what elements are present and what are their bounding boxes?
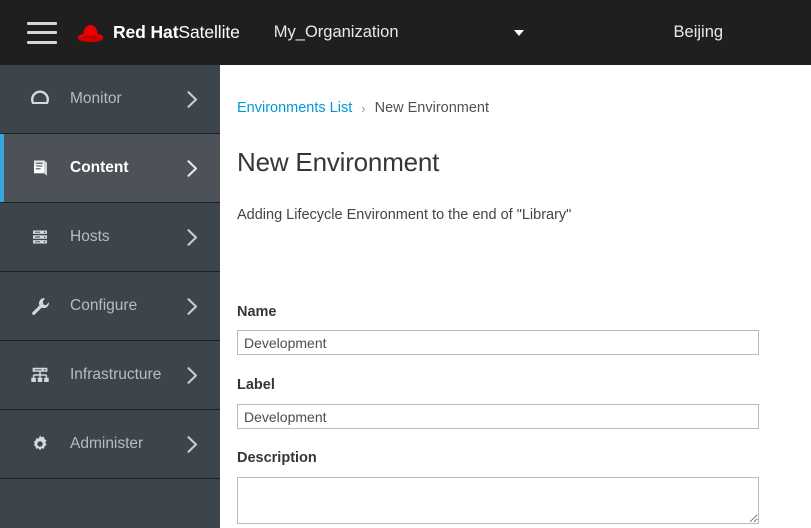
organization-selector[interactable]: My_Organization	[273, 0, 524, 65]
breadcrumb: Environments List › New Environment	[237, 100, 489, 116]
sidebar-empty-area	[0, 479, 220, 528]
organization-selector-label: My_Organization	[273, 23, 399, 41]
sidebar-item-monitor[interactable]: Monitor	[0, 65, 220, 134]
sidebar-item-label: Configure	[70, 297, 138, 314]
gear-icon	[26, 430, 54, 458]
chevron-right-icon	[186, 366, 198, 384]
hamburger-bar	[27, 21, 57, 25]
chevron-right-icon	[186, 297, 198, 315]
name-field-label: Name	[237, 304, 277, 320]
page-title: New Environment	[237, 147, 440, 177]
sidebar-navigation: Monitor Content Hosts Configure Infrastr…	[0, 65, 220, 528]
description-textarea[interactable]	[237, 477, 759, 524]
sitemap-icon	[26, 361, 54, 389]
name-input[interactable]	[237, 330, 759, 355]
sidebar-item-infrastructure[interactable]: Infrastructure	[0, 341, 220, 410]
breadcrumb-link-environments-list[interactable]: Environments List	[237, 100, 352, 116]
sidebar-item-hosts[interactable]: Hosts	[0, 203, 220, 272]
chevron-right-icon	[186, 228, 198, 246]
sidebar-item-configure[interactable]: Configure	[0, 272, 220, 341]
label-field-label: Label	[237, 377, 275, 393]
red-hat-fedora-logo-icon	[77, 24, 104, 42]
chevron-right-icon	[186, 159, 198, 177]
wrench-icon	[26, 292, 54, 320]
location-selector-label: Beijing	[673, 23, 724, 41]
brand-title-bold: Red Hat	[113, 22, 179, 42]
top-navigation-bar: Red HatSatellite My_Organization Beijing	[0, 0, 811, 65]
sidebar-item-label: Infrastructure	[70, 366, 162, 383]
description-field-label: Description	[237, 450, 317, 466]
brand-logo-link[interactable]: Red HatSatellite	[74, 0, 240, 65]
label-input[interactable]	[237, 404, 759, 429]
sidebar-item-label: Hosts	[70, 228, 110, 245]
server-stack-icon	[26, 223, 54, 251]
sidebar-item-content[interactable]: Content	[0, 134, 220, 203]
gauge-icon	[26, 85, 54, 113]
chevron-right-icon	[186, 90, 198, 108]
main-content-area: Environments List › New Environment New …	[220, 65, 811, 528]
chevron-right-icon	[186, 435, 198, 453]
brand-title: Red HatSatellite	[113, 22, 240, 43]
sidebar-item-label: Administer	[70, 435, 144, 452]
book-icon	[26, 154, 54, 182]
sidebar-item-administer[interactable]: Administer	[0, 410, 220, 479]
location-selector[interactable]: Beijing	[674, 0, 724, 65]
app-root: Red HatSatellite My_Organization Beijing	[0, 0, 811, 528]
breadcrumb-separator-icon: ›	[361, 100, 366, 116]
sidebar-item-label: Monitor	[70, 90, 122, 107]
hamburger-menu-icon[interactable]	[27, 21, 57, 44]
hamburger-bar	[27, 40, 57, 44]
sidebar-item-label: Content	[70, 159, 129, 176]
caret-down-icon	[513, 29, 524, 36]
breadcrumb-current: New Environment	[374, 100, 490, 116]
hamburger-bar	[27, 31, 57, 34]
page-subtitle: Adding Lifecycle Environment to the end …	[237, 207, 572, 223]
brand-title-light: Satellite	[178, 22, 240, 42]
